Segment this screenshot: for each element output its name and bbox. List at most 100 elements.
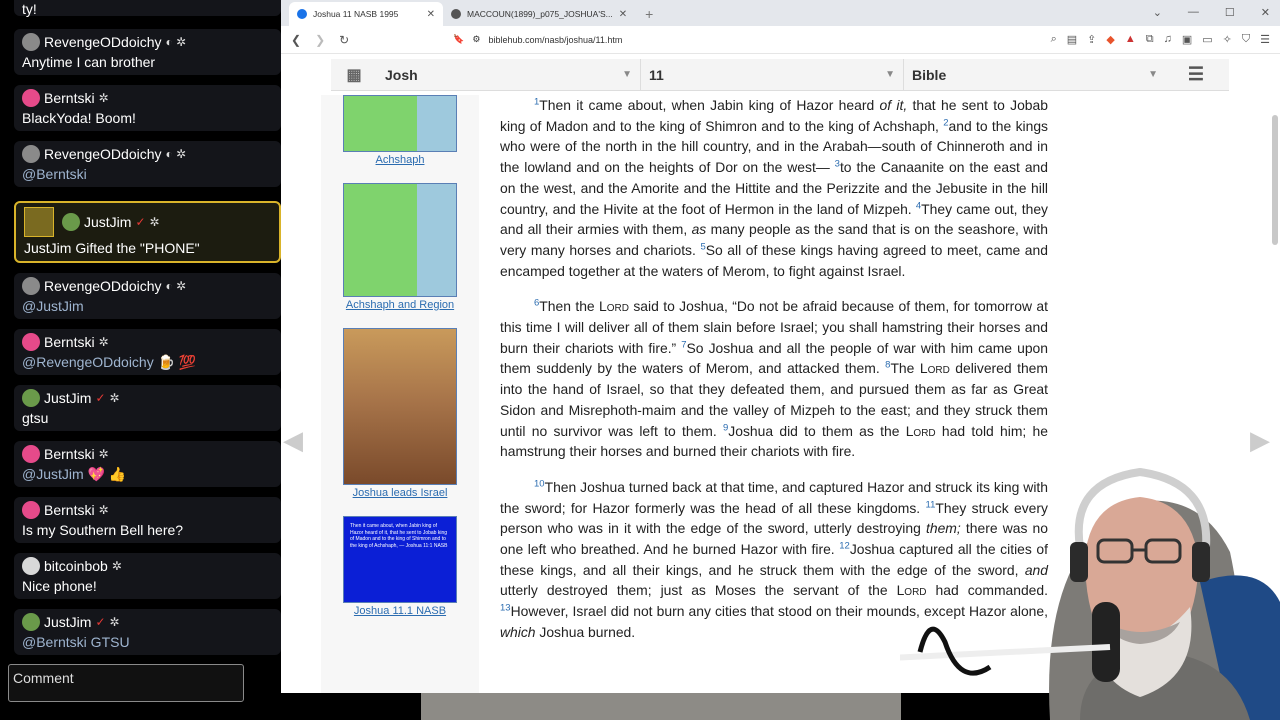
scrollbar[interactable] bbox=[1272, 115, 1278, 245]
minimize-icon[interactable]: — bbox=[1188, 6, 1199, 19]
chat-message-text: @JustJim 💖 👍 bbox=[22, 466, 127, 482]
version-select[interactable]: Bible ▼ bbox=[903, 59, 1166, 90]
chat-message-text: Nice phone! bbox=[22, 578, 97, 594]
chat-username[interactable]: RevengeODdoichy bbox=[44, 146, 162, 162]
chat-username[interactable]: Berntski bbox=[44, 502, 95, 518]
map-image[interactable] bbox=[343, 95, 457, 152]
verse-number[interactable]: 10 bbox=[534, 478, 545, 489]
chevron-down-icon: ▼ bbox=[622, 69, 632, 80]
thumb-joshua-leads[interactable]: Joshua leads Israel bbox=[343, 328, 457, 499]
address-bar[interactable]: 🔖 ⚙ biblehub.com/nasb/joshua/11.htm bbox=[453, 34, 1036, 45]
chat-username[interactable]: RevengeODdoichy bbox=[44, 278, 162, 294]
reader-icon[interactable]: ▤ bbox=[1067, 33, 1077, 46]
tab-maccoun[interactable]: MACCOUN(1899)_p075_JOSHUA'S... ✕ bbox=[443, 2, 635, 26]
webcam-overlay bbox=[900, 467, 1280, 720]
paragraph: 6Then the Lord said to Joshua, “Do not b… bbox=[500, 296, 1048, 462]
close-window-icon[interactable]: ✕ bbox=[1261, 6, 1270, 19]
chat-username[interactable]: JustJim bbox=[84, 214, 131, 230]
painting-image[interactable] bbox=[343, 328, 457, 485]
leo-icon[interactable]: ✧ bbox=[1223, 33, 1232, 46]
chat-username[interactable]: JustJim bbox=[44, 390, 91, 406]
share-icon[interactable]: ⇪ bbox=[1087, 33, 1096, 46]
tab-search-icon[interactable]: ⌄ bbox=[1153, 6, 1162, 19]
rewards-icon[interactable]: ▲ bbox=[1125, 33, 1136, 46]
gift-message: JustJim ✓ ✲ JustJim Gifted the "PHONE" bbox=[14, 201, 281, 263]
zoom-icon[interactable]: ⌕ bbox=[1051, 33, 1057, 46]
reload-icon[interactable]: ↻ bbox=[339, 33, 349, 47]
bookmark-icon[interactable]: 🔖 bbox=[453, 34, 464, 45]
gear-icon: ✲ bbox=[98, 335, 109, 349]
chevron-down-icon: ▼ bbox=[1148, 69, 1158, 80]
forward-icon[interactable]: ❯ bbox=[315, 33, 325, 47]
verse-number[interactable]: 12 bbox=[839, 540, 850, 551]
chat-message: RevengeODdoichy ◐ ✲ @JustJim bbox=[14, 273, 281, 319]
menu-icon[interactable]: ☰ bbox=[1260, 33, 1270, 46]
back-icon[interactable]: ❮ bbox=[291, 33, 301, 47]
thumb-caption[interactable]: Joshua leads Israel bbox=[343, 487, 457, 499]
avatar bbox=[22, 89, 40, 107]
moderator-icon: ◐ ✲ bbox=[165, 35, 187, 49]
gear-icon: ✲ bbox=[111, 559, 122, 573]
chapter-select[interactable]: 11 ▼ bbox=[640, 59, 903, 90]
gift-icon bbox=[24, 207, 54, 237]
verse-text: Then it came about, when Jabin king of H… bbox=[539, 97, 880, 113]
avatar bbox=[62, 213, 80, 231]
tab-joshua-11[interactable]: Joshua 11 NASB 1995 ✕ bbox=[289, 2, 443, 26]
avatar bbox=[22, 389, 40, 407]
wallet-icon[interactable]: ▭ bbox=[1202, 33, 1212, 46]
thumb-caption[interactable]: Achshaph bbox=[343, 154, 457, 166]
chat-username[interactable]: Berntski bbox=[44, 446, 95, 462]
media-icon[interactable]: ♫ bbox=[1164, 33, 1172, 46]
tab-title: MACCOUN(1899)_p075_JOSHUA'S... bbox=[467, 9, 613, 19]
prev-chapter-arrow-icon[interactable]: ◀ bbox=[283, 425, 303, 456]
chat-message-text: @RevengeODdoichy 🍺 💯 bbox=[22, 354, 197, 370]
chevron-down-icon: ▼ bbox=[885, 69, 895, 80]
chat-message: JustJim ✓ ✲ @Berntski GTSU bbox=[14, 609, 281, 655]
maximize-icon[interactable]: ☐ bbox=[1225, 6, 1235, 19]
new-tab-button[interactable]: + bbox=[635, 6, 663, 26]
chat-message-text: gtsu bbox=[22, 410, 49, 426]
chat-message: bitcoinbob ✲ Nice phone! bbox=[14, 553, 281, 599]
vpn-icon[interactable]: ⛉ bbox=[1242, 33, 1250, 46]
chat-panel: ty! RevengeODdoichy ◐ ✲ Anytime I can bro… bbox=[0, 0, 281, 720]
avatar bbox=[22, 33, 40, 51]
extensions-icon[interactable]: ⧉ bbox=[1146, 33, 1154, 46]
thumb-caption[interactable]: Achshaph and Region bbox=[343, 299, 457, 311]
thumb-verse-card[interactable]: Then it came about, when Jabin king of H… bbox=[343, 516, 457, 617]
italic-text: of it, bbox=[879, 97, 908, 113]
chat-message: JustJim ✓ ✲ gtsu bbox=[14, 385, 281, 431]
gear-icon: ✲ bbox=[98, 447, 109, 461]
background-strip bbox=[281, 693, 901, 720]
close-tab-icon[interactable]: ✕ bbox=[619, 9, 627, 20]
site-info-icon[interactable]: ⚙ bbox=[472, 34, 480, 45]
thumb-achshaph-region[interactable]: Achshaph and Region bbox=[343, 183, 457, 311]
verse-card-image[interactable]: Then it came about, when Jabin king of H… bbox=[343, 516, 457, 603]
thumb-achshaph[interactable]: Achshaph bbox=[343, 95, 457, 166]
next-chapter-arrow-icon[interactable]: ▶ bbox=[1250, 425, 1270, 456]
bible-nav: ▦ Josh ▼ 11 ▼ Bible ▼ ☰ bbox=[331, 59, 1229, 91]
map-image[interactable] bbox=[343, 183, 457, 297]
sidebar-icon[interactable]: ▣ bbox=[1182, 33, 1192, 46]
chat-username[interactable]: RevengeODdoichy bbox=[44, 34, 162, 50]
book-select[interactable]: Josh ▼ bbox=[377, 59, 640, 90]
brave-shield-icon[interactable]: ◆ bbox=[1106, 33, 1114, 46]
chat-username[interactable]: bitcoinbob bbox=[44, 558, 108, 574]
close-tab-icon[interactable]: ✕ bbox=[427, 9, 435, 20]
hamburger-menu-icon[interactable]: ☰ bbox=[1166, 59, 1226, 90]
favicon-icon bbox=[297, 9, 307, 19]
url-text[interactable]: biblehub.com/nasb/joshua/11.htm bbox=[488, 35, 622, 45]
chat-message: Berntski ✲ BlackYoda! Boom! bbox=[14, 85, 281, 131]
gear-icon: ✲ bbox=[98, 503, 109, 517]
browser-toolbar: ❮ ❯ ↻ 🔖 ⚙ biblehub.com/nasb/joshua/11.ht… bbox=[281, 26, 1280, 54]
chat-username[interactable]: Berntski bbox=[44, 334, 95, 350]
chat-username[interactable]: Berntski bbox=[44, 90, 95, 106]
comment-input[interactable]: Comment bbox=[8, 664, 244, 702]
chat-message: RevengeODdoichy ◐ ✲ @Berntski bbox=[14, 141, 281, 187]
verse-number[interactable]: 13 bbox=[500, 603, 511, 614]
apps-grid-icon[interactable]: ▦ bbox=[331, 59, 377, 90]
paragraph: 1Then it came about, when Jabin king of … bbox=[500, 95, 1048, 281]
verse-text: The bbox=[890, 360, 920, 377]
chat-username[interactable]: JustJim bbox=[44, 614, 91, 630]
moderator-icon: ◐ ✲ bbox=[165, 147, 187, 161]
thumb-caption[interactable]: Joshua 11.1 NASB bbox=[343, 605, 457, 617]
